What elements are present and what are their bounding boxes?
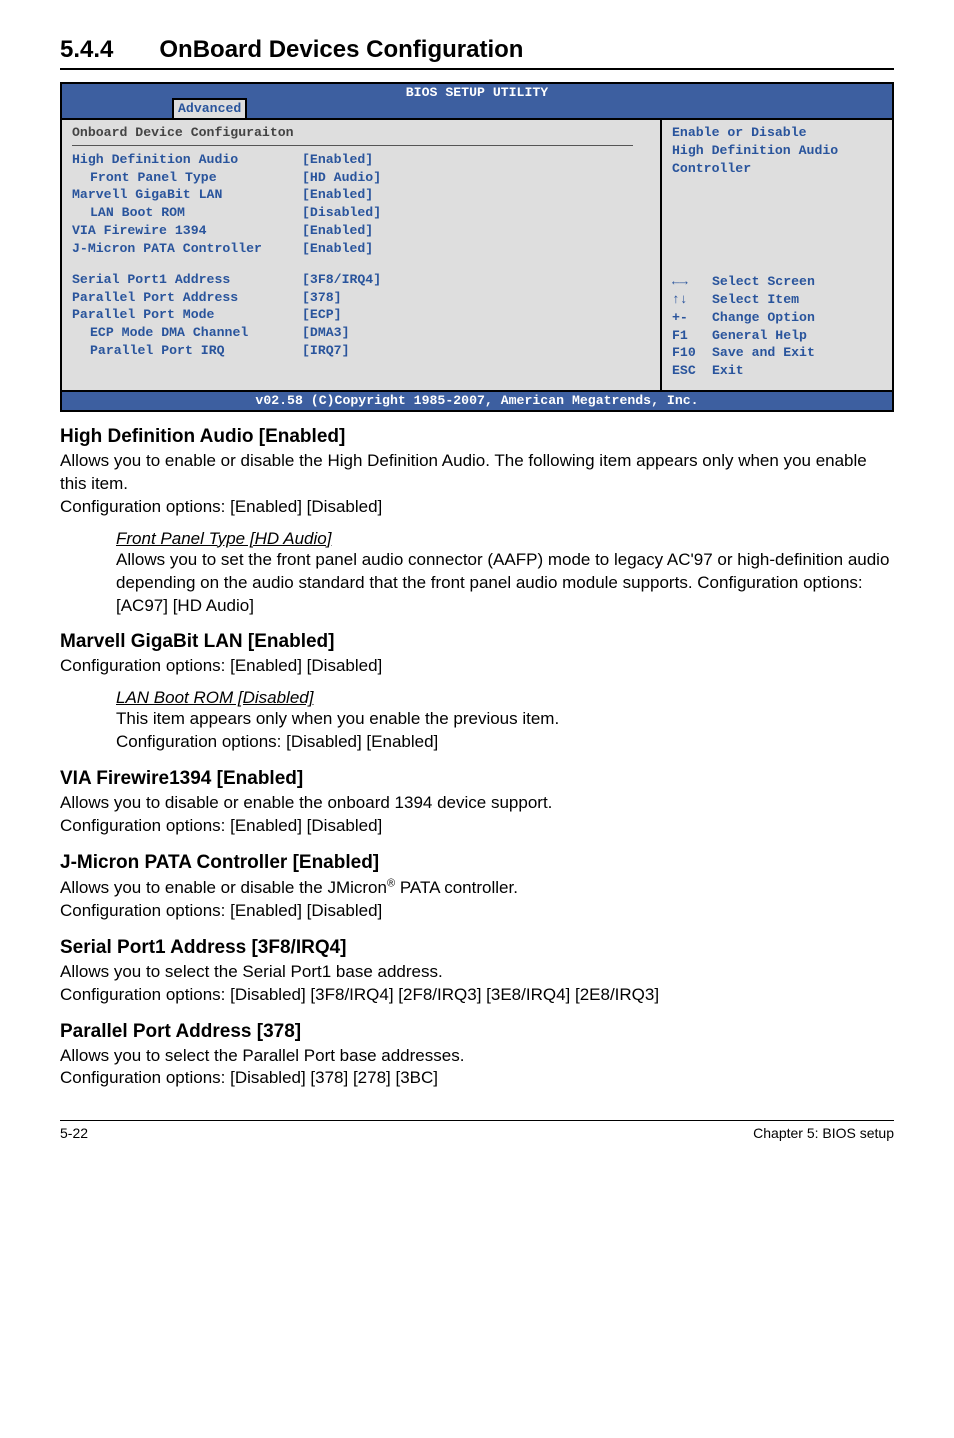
bios-setting-value: [DMA3]	[302, 324, 349, 342]
bios-help-key-row: +-Change Option	[672, 309, 882, 327]
chapter-label: Chapter 5: BIOS setup	[753, 1125, 894, 1141]
setting-heading: High Definition Audio [Enabled]	[60, 426, 894, 448]
bios-setting-label: High Definition Audio	[72, 151, 302, 169]
bios-setting-value: [IRQ7]	[302, 342, 349, 360]
bios-setting-row: High Definition Audio[Enabled]	[72, 151, 650, 169]
bios-left-panel: Onboard Device Configuraiton High Defini…	[62, 120, 662, 390]
setting-heading: VIA Firewire1394 [Enabled]	[60, 768, 894, 790]
setting-heading: Marvell GigaBit LAN [Enabled]	[60, 631, 894, 653]
setting-description: Allows you to enable or disable the High…	[60, 450, 894, 519]
setting-description: Allows you to disable or enable the onbo…	[60, 792, 894, 838]
sub-setting-heading: LAN Boot ROM [Disabled]	[116, 688, 894, 708]
bios-setting-label: Serial Port1 Address	[72, 271, 302, 289]
setting-heading: Serial Port1 Address [3F8/IRQ4]	[60, 937, 894, 959]
bios-setting-row: VIA Firewire 1394[Enabled]	[72, 222, 650, 240]
bios-setting-label: J-Micron PATA Controller	[72, 240, 302, 258]
sub-setting-block: Front Panel Type [HD Audio]Allows you to…	[60, 529, 894, 618]
bios-rows-group1: High Definition Audio[Enabled]Front Pane…	[72, 151, 650, 258]
bios-help-key-row: ←→Select Screen	[672, 273, 882, 291]
bios-setting-row: Marvell GigaBit LAN[Enabled]	[72, 186, 650, 204]
bios-help-text: Enable or DisableHigh Definition AudioCo…	[672, 124, 882, 177]
bios-setting-value: [Enabled]	[302, 222, 373, 240]
setting-heading: J-Micron PATA Controller [Enabled]	[60, 852, 894, 874]
bios-setting-value: [Enabled]	[302, 151, 373, 169]
bios-help-key: ↑↓	[672, 291, 712, 309]
section-title-text: OnBoard Devices Configuration	[159, 36, 523, 63]
bios-setting-label: Parallel Port IRQ	[72, 342, 302, 360]
bios-help-desc: General Help	[712, 327, 807, 345]
bios-setting-value: [Enabled]	[302, 186, 373, 204]
bios-setting-row: Serial Port1 Address[3F8/IRQ4]	[72, 271, 650, 289]
bios-screenshot: BIOS SETUP UTILITY Advanced Onboard Devi…	[60, 82, 894, 412]
bios-setting-label: ECP Mode DMA Channel	[72, 324, 302, 342]
bios-help-key: ESC	[672, 362, 712, 380]
sub-setting-description: This item appears only when you enable t…	[116, 708, 894, 754]
setting-description: Allows you to select the Parallel Port b…	[60, 1045, 894, 1091]
bios-setting-value: [HD Audio]	[302, 169, 381, 187]
bios-help-desc: Save and Exit	[712, 344, 815, 362]
bios-setting-label: Marvell GigaBit LAN	[72, 186, 302, 204]
bios-help-desc: Select Item	[712, 291, 799, 309]
bios-setting-value: [3F8/IRQ4]	[302, 271, 381, 289]
bios-help-key: ←→	[672, 273, 712, 291]
bios-setting-value: [Enabled]	[302, 240, 373, 258]
setting-description: Allows you to select the Serial Port1 ba…	[60, 961, 894, 1007]
bios-tab-advanced: Advanced	[172, 98, 247, 118]
bios-help-key-row: ESCExit	[672, 362, 882, 380]
bios-help-key-row: F1General Help	[672, 327, 882, 345]
bios-setting-row: ECP Mode DMA Channel[DMA3]	[72, 324, 650, 342]
bios-setting-value: [ECP]	[302, 306, 342, 324]
bios-rows-group2: Serial Port1 Address[3F8/IRQ4]Parallel P…	[72, 271, 650, 360]
bios-setting-label: Front Panel Type	[72, 169, 302, 187]
bios-panel-title: Onboard Device Configuraiton	[72, 124, 650, 142]
bios-setting-row: Parallel Port Address[378]	[72, 289, 650, 307]
bios-help-desc: Change Option	[712, 309, 815, 327]
setting-description: Allows you to enable or disable the JMic…	[60, 876, 894, 923]
bios-help-desc: Select Screen	[712, 273, 815, 291]
sub-setting-heading: Front Panel Type [HD Audio]	[116, 529, 894, 549]
bios-separator	[72, 145, 633, 146]
bios-help-desc: Exit	[712, 362, 744, 380]
sub-setting-description: Allows you to set the front panel audio …	[116, 549, 894, 618]
bios-setting-label: VIA Firewire 1394	[72, 222, 302, 240]
bios-setting-value: [Disabled]	[302, 204, 381, 222]
bios-help-key: F1	[672, 327, 712, 345]
bios-help-key-row: F10Save and Exit	[672, 344, 882, 362]
section-heading: 5.4.4 OnBoard Devices Configuration	[60, 36, 894, 70]
bios-setting-row: LAN Boot ROM[Disabled]	[72, 204, 650, 222]
bios-help-key: +-	[672, 309, 712, 327]
bios-footer: v02.58 (C)Copyright 1985-2007, American …	[62, 390, 892, 410]
page-number: 5-22	[60, 1125, 88, 1141]
bios-key-help: ←→Select Screen↑↓Select Item+-Change Opt…	[672, 273, 882, 380]
setting-heading: Parallel Port Address [378]	[60, 1021, 894, 1043]
bios-setting-row: Front Panel Type[HD Audio]	[72, 169, 650, 187]
bios-setting-row: Parallel Port IRQ[IRQ7]	[72, 342, 650, 360]
bios-setting-value: [378]	[302, 289, 342, 307]
bios-setting-row: Parallel Port Mode[ECP]	[72, 306, 650, 324]
page-footer: 5-22 Chapter 5: BIOS setup	[60, 1120, 894, 1141]
sub-setting-block: LAN Boot ROM [Disabled]This item appears…	[60, 688, 894, 754]
section-number: 5.4.4	[60, 36, 113, 63]
bios-header: BIOS SETUP UTILITY Advanced	[62, 84, 892, 120]
bios-right-panel: Enable or DisableHigh Definition AudioCo…	[662, 120, 892, 390]
bios-setting-label: Parallel Port Mode	[72, 306, 302, 324]
bios-help-key: F10	[672, 344, 712, 362]
bios-setting-label: Parallel Port Address	[72, 289, 302, 307]
setting-description: Configuration options: [Enabled] [Disabl…	[60, 655, 894, 678]
bios-setting-row: J-Micron PATA Controller[Enabled]	[72, 240, 650, 258]
bios-setting-label: LAN Boot ROM	[72, 204, 302, 222]
bios-help-key-row: ↑↓Select Item	[672, 291, 882, 309]
